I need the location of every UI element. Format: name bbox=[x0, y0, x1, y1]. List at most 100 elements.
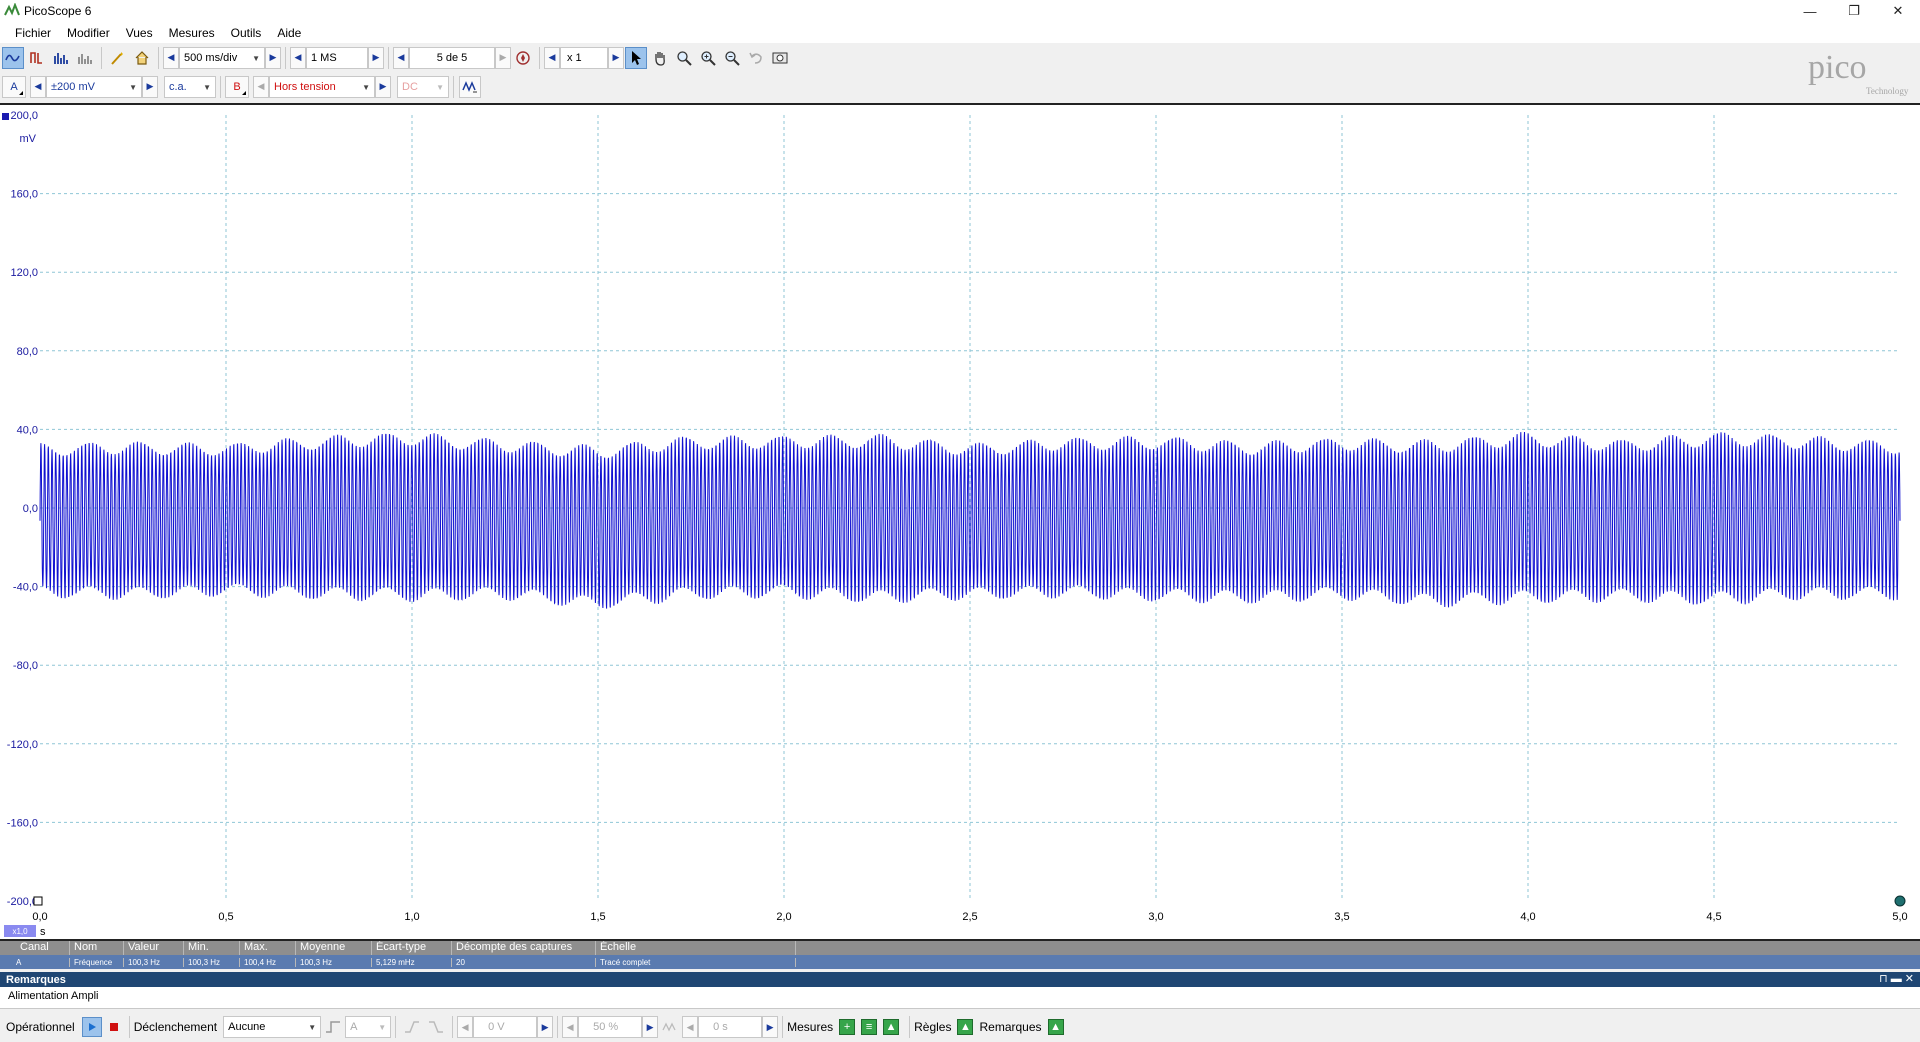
trigger-mode-select[interactable]: Aucune ▼ bbox=[223, 1016, 322, 1038]
start-button[interactable] bbox=[81, 1017, 102, 1037]
falling-edge-button[interactable] bbox=[425, 1016, 447, 1038]
timebase-select[interactable]: 500 ms/div ▼ bbox=[179, 46, 265, 69]
channel-b-range-next-button[interactable]: ▶ bbox=[375, 75, 391, 98]
trigger-marker[interactable] bbox=[33, 896, 43, 906]
channel-b-range-prev-button[interactable]: ◀ bbox=[253, 75, 269, 98]
stop-button[interactable] bbox=[104, 1017, 124, 1037]
math-channels-button[interactable] bbox=[459, 75, 481, 98]
trigger-channel-select[interactable]: A ▼ bbox=[345, 1016, 392, 1038]
menu-bar: Fichier Modifier Vues Mesures Outils Aid… bbox=[0, 22, 1920, 43]
trigger-position-next-button[interactable]: ▶ bbox=[642, 1016, 659, 1038]
zoom-out-button[interactable] bbox=[721, 47, 743, 69]
trigger-position-prev-button[interactable]: ◀ bbox=[562, 1016, 579, 1038]
trigger-position-field[interactable]: 50 % bbox=[578, 1016, 643, 1038]
add-measurement-button[interactable]: + bbox=[839, 1019, 856, 1035]
channel-b-coupling-select[interactable]: DC ▼ bbox=[397, 75, 449, 98]
column-header[interactable]: Nom bbox=[70, 941, 124, 955]
channel-a-options-button[interactable]: A bbox=[2, 75, 26, 98]
column-header[interactable]: Échelle bbox=[596, 941, 796, 955]
undo-zoom-button[interactable] bbox=[745, 47, 767, 69]
capture-prev-button[interactable]: ◀ bbox=[393, 46, 409, 69]
maximize-button[interactable]: ❐ bbox=[1832, 0, 1876, 22]
close-button[interactable]: ✕ bbox=[1876, 0, 1920, 22]
column-header[interactable]: Min. bbox=[184, 941, 240, 955]
trigger-mode-value: Aucune bbox=[228, 1021, 266, 1033]
notes-toggle-button[interactable]: ▲ bbox=[1047, 1019, 1064, 1035]
trigger-level-next-button[interactable]: ▶ bbox=[537, 1016, 554, 1038]
trigger-delay-next-button[interactable]: ▶ bbox=[762, 1016, 779, 1038]
menu-modifier[interactable]: Modifier bbox=[59, 26, 118, 40]
menu-outils[interactable]: Outils bbox=[223, 26, 270, 40]
buffer-navigator-button[interactable] bbox=[512, 47, 534, 69]
timebase-prev-button[interactable]: ◀ bbox=[163, 46, 179, 69]
hand-icon bbox=[655, 51, 665, 66]
spectrum-icon bbox=[54, 52, 68, 64]
channel-b-coupling-value: DC bbox=[402, 80, 418, 93]
trigger-delay-field[interactable]: 0 s bbox=[698, 1016, 763, 1038]
toolbar-separator bbox=[782, 1016, 784, 1038]
triangle-up-icon: ▲ bbox=[960, 1021, 971, 1033]
channel-b-options-button[interactable]: B bbox=[225, 75, 249, 98]
rulers-toggle-button[interactable]: ▲ bbox=[957, 1019, 974, 1035]
zoom-overview-button[interactable] bbox=[769, 47, 791, 69]
zoom-area-button[interactable] bbox=[673, 47, 695, 69]
select-tool-button[interactable] bbox=[625, 46, 647, 69]
menu-fichier[interactable]: Fichier bbox=[7, 26, 59, 40]
scope-mode-button[interactable] bbox=[2, 46, 24, 69]
column-header[interactable]: Max. bbox=[240, 941, 296, 955]
chevron-down-icon: ▼ bbox=[362, 82, 370, 92]
trigger-level-prev-button[interactable]: ◀ bbox=[457, 1016, 474, 1038]
channel-a-range-prev-button[interactable]: ◀ bbox=[30, 75, 46, 98]
capture-index-field[interactable]: 5 de 5 bbox=[409, 46, 495, 69]
zoom-field[interactable]: x 1 bbox=[560, 46, 608, 69]
column-header[interactable]: Canal bbox=[0, 941, 70, 955]
channel-a-label: A bbox=[10, 80, 18, 93]
channel-a-range-next-button[interactable]: ▶ bbox=[142, 75, 158, 98]
pre-trigger-button[interactable] bbox=[659, 1016, 681, 1038]
channel-a-coupling-select[interactable]: c.a. ▼ bbox=[164, 75, 216, 98]
notes-textarea[interactable]: Alimentation Ampli bbox=[0, 987, 1920, 1009]
auto-setup-button[interactable] bbox=[107, 47, 129, 69]
spectrum-mode-button[interactable] bbox=[50, 47, 72, 69]
zoom-in-button[interactable] bbox=[697, 47, 719, 69]
x-unit-label: s bbox=[40, 926, 46, 938]
menu-vues[interactable]: Vues bbox=[118, 26, 161, 40]
hand-tool-button[interactable] bbox=[649, 47, 671, 69]
column-header[interactable]: Moyenne bbox=[296, 941, 372, 955]
persistence-mode-button[interactable] bbox=[26, 47, 48, 69]
remove-measurement-button[interactable]: ▲ bbox=[883, 1019, 900, 1035]
rising-edge-button[interactable] bbox=[401, 1016, 423, 1038]
channel-b-range-select[interactable]: Hors tension ▼ bbox=[269, 75, 375, 98]
scope-graph[interactable]: 200,0 160,0 120,0 80,0 40,0 0,0 -40,0 -80,0 -120… bbox=[0, 105, 1920, 939]
column-header[interactable]: Valeur bbox=[124, 941, 184, 955]
channel-b-range-value: Hors tension bbox=[274, 80, 336, 93]
home-button[interactable] bbox=[131, 47, 153, 69]
minimize-button[interactable]: — bbox=[1788, 0, 1832, 22]
scroll-handle[interactable] bbox=[1894, 895, 1906, 907]
column-header[interactable]: Écart-type bbox=[372, 941, 452, 955]
y-unit-label: mV bbox=[20, 133, 37, 145]
samples-prev-button[interactable]: ◀ bbox=[290, 46, 306, 69]
serial-decode-button[interactable] bbox=[74, 47, 96, 69]
scope-view[interactable]: 200,0 160,0 120,0 80,0 40,0 0,0 -40,0 -80,0 -120… bbox=[0, 103, 1920, 941]
zoom-next-button[interactable]: ▶ bbox=[608, 46, 624, 69]
toolbar-separator bbox=[395, 1016, 397, 1038]
menu-aide[interactable]: Aide bbox=[269, 26, 309, 40]
edit-measurement-button[interactable]: ≡ bbox=[861, 1019, 878, 1035]
timebase-next-button[interactable]: ▶ bbox=[265, 46, 281, 69]
samples-select[interactable]: 1 MS bbox=[306, 46, 368, 69]
channel-a-axis-marker[interactable] bbox=[2, 113, 9, 120]
advanced-trigger-button[interactable] bbox=[322, 1016, 344, 1038]
samples-next-button[interactable]: ▶ bbox=[368, 46, 384, 69]
channel-a-range-select[interactable]: ±200 mV ▼ bbox=[46, 75, 142, 98]
zoom-prev-button[interactable]: ◀ bbox=[544, 46, 560, 69]
trigger-delay-prev-button[interactable]: ◀ bbox=[682, 1016, 699, 1038]
column-header[interactable]: Décompte des captures bbox=[452, 941, 596, 955]
menu-mesures[interactable]: Mesures bbox=[161, 26, 223, 40]
notes-panel-controls[interactable]: ⊓ ▬ ✕ bbox=[1879, 972, 1914, 985]
capture-next-button[interactable]: ▶ bbox=[495, 46, 511, 69]
y-tick-label: 0,0 bbox=[23, 503, 38, 515]
trigger-level-field[interactable]: 0 V bbox=[473, 1016, 538, 1038]
measurement-row[interactable]: A Fréquence 100,3 Hz 100,3 Hz 100,4 Hz 100,3 … bbox=[0, 955, 1920, 969]
options-corner-icon bbox=[242, 90, 246, 95]
